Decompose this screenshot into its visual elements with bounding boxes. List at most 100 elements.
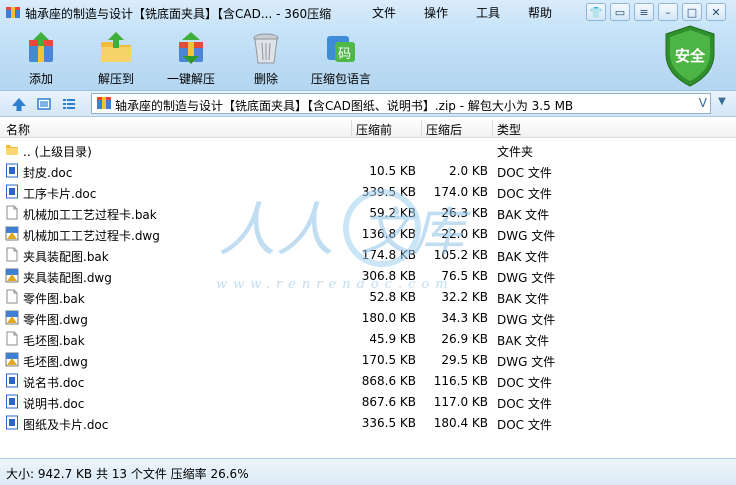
address-dropdown-icon[interactable]: V bbox=[699, 96, 707, 110]
file-row[interactable]: 说明书.doc 867.6 KB 117.0 KB DOC 文件 bbox=[0, 391, 736, 412]
doc-file-icon bbox=[6, 373, 18, 388]
file-size: 180.0 KB bbox=[361, 311, 416, 325]
file-packed-size: 22.0 KB bbox=[441, 227, 488, 241]
address-field[interactable]: 轴承座的制造与设计【铣底面夹具】【含CAD图纸、说明书】.zip - 解包大小为… bbox=[91, 93, 711, 114]
up-arrow-icon[interactable] bbox=[11, 96, 27, 112]
file-row[interactable]: 零件图.bak 52.8 KB 32.2 KB BAK 文件 bbox=[0, 286, 736, 307]
list-view-icon[interactable] bbox=[61, 96, 77, 112]
file-size: 868.6 KB bbox=[361, 374, 416, 388]
menu-dropdown-button[interactable]: ≡ bbox=[634, 3, 654, 21]
skin-shirt-button[interactable]: 👕 bbox=[586, 3, 606, 21]
menu-help[interactable]: 帮助 bbox=[528, 4, 552, 21]
file-packed-size: 180.4 KB bbox=[433, 416, 488, 430]
file-packed-size: 174.0 KB bbox=[433, 185, 488, 199]
file-packed-size: 29.5 KB bbox=[441, 353, 488, 367]
dwg-file-icon bbox=[5, 310, 19, 325]
minimize-icon: – bbox=[665, 5, 671, 19]
large-icon-view-icon[interactable] bbox=[36, 96, 52, 112]
menu-file[interactable]: 文件 bbox=[372, 4, 396, 21]
column-type[interactable]: 类型 bbox=[497, 121, 521, 138]
add-archive-icon bbox=[29, 32, 53, 62]
file-size: 10.5 KB bbox=[369, 164, 416, 178]
file-packed-size: 34.3 KB bbox=[441, 311, 488, 325]
file-size: 339.5 KB bbox=[361, 185, 416, 199]
file-name: 工序卡片.doc bbox=[23, 187, 97, 201]
bak-file-icon bbox=[6, 247, 18, 262]
file-row[interactable]: 夹具装配图.bak 174.8 KB 105.2 KB BAK 文件 bbox=[0, 244, 736, 265]
feedback-button[interactable]: ▭ bbox=[610, 3, 630, 21]
menu-lines-icon: ≡ bbox=[639, 5, 649, 19]
file-packed-size: 32.2 KB bbox=[441, 290, 488, 304]
column-name[interactable]: 名称 bbox=[6, 121, 30, 138]
close-button[interactable]: ✕ bbox=[706, 3, 726, 21]
column-size[interactable]: 压缩前 bbox=[356, 121, 392, 138]
dwg-file-icon bbox=[5, 268, 19, 283]
file-row[interactable]: 封皮.doc 10.5 KB 2.0 KB DOC 文件 bbox=[0, 160, 736, 181]
archive-language-icon: 码 bbox=[327, 36, 355, 62]
file-row[interactable]: .. (上级目录) 文件夹 bbox=[0, 139, 736, 160]
one-click-extract-icon bbox=[179, 32, 203, 64]
doc-file-icon bbox=[6, 415, 18, 430]
file-name: 毛坯图.bak bbox=[23, 334, 85, 348]
delete-button[interactable]: 删除 bbox=[229, 30, 303, 88]
address-history-button[interactable]: ▼ bbox=[713, 96, 731, 112]
file-type: DOC 文件 bbox=[497, 166, 552, 180]
code-glyph: 码 bbox=[338, 47, 351, 62]
column-packed[interactable]: 压缩后 bbox=[426, 121, 462, 138]
extract-to-button[interactable]: 解压到 bbox=[79, 30, 153, 88]
file-row[interactable]: 夹具装配图.dwg 306.8 KB 76.5 KB DWG 文件 bbox=[0, 265, 736, 286]
status-bar: 大小: 942.7 KB 共 13 个文件 压缩率 26.6% bbox=[0, 458, 736, 485]
folder-icon bbox=[6, 145, 18, 155]
file-size: 170.5 KB bbox=[361, 353, 416, 367]
file-row[interactable]: 机械加工工艺过程卡.bak 59.2 KB 26.3 KB BAK 文件 bbox=[0, 202, 736, 223]
doc-file-icon bbox=[6, 184, 18, 199]
shield-label: 安全 bbox=[675, 47, 706, 65]
file-packed-size: 116.5 KB bbox=[433, 374, 488, 388]
file-row[interactable]: 毛坯图.bak 45.9 KB 26.9 KB BAK 文件 bbox=[0, 328, 736, 349]
menu-tools[interactable]: 工具 bbox=[476, 4, 500, 21]
file-name: 夹具装配图.dwg bbox=[23, 271, 112, 285]
shirt-icon: 👕 bbox=[589, 5, 603, 19]
file-type: DOC 文件 bbox=[497, 376, 552, 390]
file-row[interactable]: 说名书.doc 868.6 KB 116.5 KB DOC 文件 bbox=[0, 370, 736, 391]
file-row[interactable]: 零件图.dwg 180.0 KB 34.3 KB DWG 文件 bbox=[0, 307, 736, 328]
file-row[interactable]: 工序卡片.doc 339.5 KB 174.0 KB DOC 文件 bbox=[0, 181, 736, 202]
file-name: 夹具装配图.bak bbox=[23, 250, 109, 264]
file-size: 52.8 KB bbox=[369, 290, 416, 304]
one-click-extract-button[interactable]: 一键解压 bbox=[154, 30, 228, 88]
file-row[interactable]: 毛坯图.dwg 170.5 KB 29.5 KB DWG 文件 bbox=[0, 349, 736, 370]
maximize-button[interactable]: □ bbox=[682, 3, 702, 21]
file-row[interactable]: 机械加工工艺过程卡.dwg 136.8 KB 22.0 KB DWG 文件 bbox=[0, 223, 736, 244]
menu-operation[interactable]: 操作 bbox=[424, 4, 448, 21]
security-shield-icon[interactable]: 安全 bbox=[662, 24, 718, 88]
address-bar-area: 轴承座的制造与设计【铣底面夹具】【含CAD图纸、说明书】.zip - 解包大小为… bbox=[0, 91, 736, 117]
extract-to-icon bbox=[101, 32, 131, 62]
chat-icon: ▭ bbox=[614, 5, 626, 19]
archive-language-button[interactable]: 码 压缩包语言 bbox=[304, 30, 378, 88]
one-click-extract-label: 一键解压 bbox=[166, 72, 215, 86]
column-divider[interactable] bbox=[351, 120, 352, 136]
bak-file-icon bbox=[6, 205, 18, 220]
doc-file-icon bbox=[6, 394, 18, 409]
file-packed-size: 117.0 KB bbox=[433, 395, 488, 409]
file-row[interactable]: 图纸及卡片.doc 336.5 KB 180.4 KB DOC 文件 bbox=[0, 412, 736, 433]
address-path: 轴承座的制造与设计【铣底面夹具】【含CAD图纸、说明书】.zip - 解包大小为… bbox=[115, 99, 574, 113]
file-type: BAK 文件 bbox=[497, 250, 550, 264]
title-bar: 轴承座的制造与设计【铣底面夹具】【含CAD... - 360压缩 文件 操作 工… bbox=[0, 0, 736, 24]
add-button[interactable]: 添加 bbox=[4, 30, 78, 88]
column-divider[interactable] bbox=[492, 120, 493, 136]
top-chrome: 轴承座的制造与设计【铣底面夹具】【含CAD... - 360压缩 文件 操作 工… bbox=[0, 0, 736, 91]
file-name: 说名书.doc bbox=[23, 376, 85, 390]
file-packed-size: 105.2 KB bbox=[433, 248, 488, 262]
file-name: 零件图.dwg bbox=[23, 313, 88, 327]
minimize-button[interactable]: – bbox=[658, 3, 678, 21]
file-type: DOC 文件 bbox=[497, 397, 552, 411]
column-header: 名称 压缩前 压缩后 类型 bbox=[0, 118, 736, 138]
column-divider[interactable] bbox=[421, 120, 422, 136]
file-type: BAK 文件 bbox=[497, 292, 550, 306]
dwg-file-icon bbox=[5, 226, 19, 241]
chevron-down-icon: ▼ bbox=[718, 96, 726, 107]
delete-trash-icon bbox=[253, 33, 279, 64]
file-name: 机械加工工艺过程卡.dwg bbox=[23, 229, 160, 243]
file-name: 机械加工工艺过程卡.bak bbox=[23, 208, 157, 222]
